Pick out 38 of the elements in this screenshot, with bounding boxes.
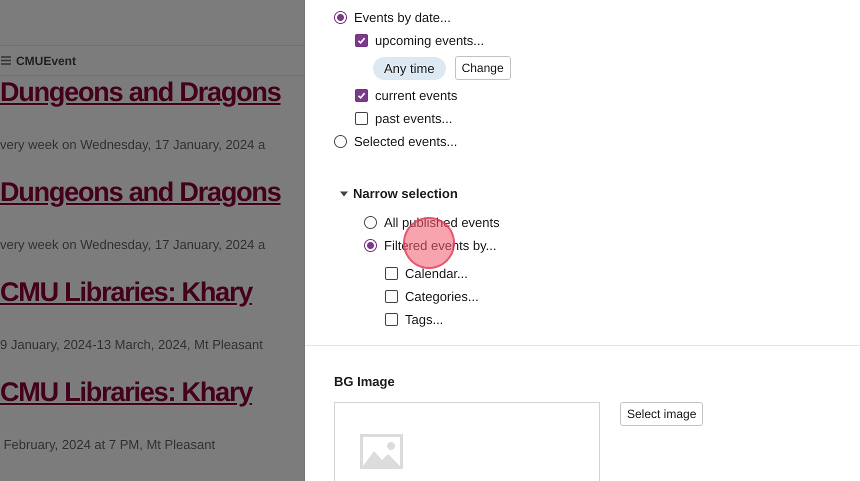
- event-title-link[interactable]: CMU Libraries: Khary: [0, 376, 252, 410]
- event-date: February, 2024 at 7 PM, Mt Pleasant: [2, 436, 216, 454]
- checkbox-label: Calendar...: [405, 266, 468, 281]
- checkbox-label: upcoming events...: [375, 33, 484, 48]
- event-date: very week on Wednesday, 17 January, 2024 a: [0, 236, 266, 254]
- radio-button[interactable]: [364, 239, 377, 252]
- field-label: BG Image: [334, 374, 396, 389]
- event-title-link[interactable]: Dungeons and Dragons: [0, 76, 281, 110]
- event-date: 9 January, 2024-13 March, 2024, Mt Pleasant: [0, 336, 263, 354]
- check-icon: [356, 90, 367, 101]
- checkbox-label: past events...: [375, 111, 452, 126]
- time-range-chip: Any time: [373, 56, 446, 80]
- image-placeholder-icon: [360, 434, 403, 469]
- select-image-button[interactable]: Select image: [620, 402, 704, 426]
- radio-label: Events by date...: [354, 10, 451, 25]
- menu-icon[interactable]: [1, 56, 11, 65]
- radio-label: All published events: [384, 215, 500, 230]
- checkbox[interactable]: [355, 34, 368, 47]
- checkbox[interactable]: [355, 112, 368, 125]
- checkbox-label: current events: [375, 88, 458, 103]
- caret-icon[interactable]: [340, 190, 348, 196]
- event-title-link[interactable]: CMU Libraries: Khary: [0, 276, 252, 310]
- radio-button[interactable]: [334, 11, 347, 24]
- checkbox-label: Tags...: [405, 312, 444, 327]
- check-icon: [356, 35, 367, 46]
- event-date: very week on Wednesday, 17 January, 2024 a: [0, 136, 266, 154]
- radio-button[interactable]: [334, 135, 347, 148]
- checkbox[interactable]: [385, 290, 398, 303]
- site-title: CMUEvent: [16, 54, 76, 68]
- radio-label: Selected events...: [354, 134, 458, 149]
- section-heading[interactable]: Narrow selection: [353, 186, 458, 201]
- radio-button[interactable]: [364, 216, 377, 229]
- checkbox[interactable]: [385, 267, 398, 280]
- checkbox[interactable]: [355, 89, 368, 102]
- change-button[interactable]: Change: [454, 56, 511, 80]
- checkbox-label: Categories...: [405, 289, 479, 304]
- event-title-link[interactable]: Dungeons and Dragons: [0, 176, 281, 210]
- checkbox[interactable]: [385, 313, 398, 326]
